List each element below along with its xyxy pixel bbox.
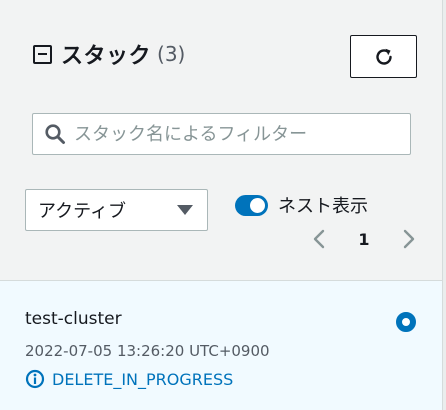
collapse-square-icon[interactable]: [33, 44, 52, 64]
chevron-right-icon[interactable]: [402, 228, 416, 250]
stacks-panel: スタック (3) アクティブ ネスト表示 1: [0, 0, 442, 410]
search-icon: [44, 123, 66, 145]
stack-status: DELETE_IN_PROGRESS: [52, 369, 234, 389]
stack-timestamp: 2022-07-05 13:26:20 UTC+0900: [25, 342, 270, 360]
stack-name: test-cluster: [25, 309, 122, 329]
stack-count: (3): [157, 42, 186, 66]
panel-header: スタック (3): [33, 38, 185, 70]
chevron-left-icon[interactable]: [312, 228, 326, 250]
status-badge: DELETE_IN_PROGRESS: [25, 369, 233, 389]
refresh-button[interactable]: [350, 35, 417, 78]
toggle-switch[interactable]: [235, 194, 268, 216]
page-title: スタック: [61, 44, 152, 69]
list-item[interactable]: test-cluster 2022-07-05 13:26:20 UTC+090…: [0, 281, 442, 410]
current-page[interactable]: 1: [358, 230, 369, 249]
status-filter-value: アクティブ: [38, 201, 127, 222]
search-input[interactable]: [74, 123, 394, 145]
toggle-label: ネスト表示: [278, 196, 368, 217]
stack-select-radio[interactable]: [396, 312, 416, 332]
info-icon: [25, 369, 45, 389]
status-filter-select[interactable]: アクティブ: [25, 189, 208, 231]
caret-down-icon: [177, 205, 193, 215]
pagination: 1: [312, 225, 416, 253]
refresh-icon: [375, 48, 392, 65]
search-box[interactable]: [32, 113, 411, 155]
nested-view-toggle[interactable]: ネスト表示: [235, 192, 368, 218]
panel-resize-edge: [442, 0, 446, 410]
